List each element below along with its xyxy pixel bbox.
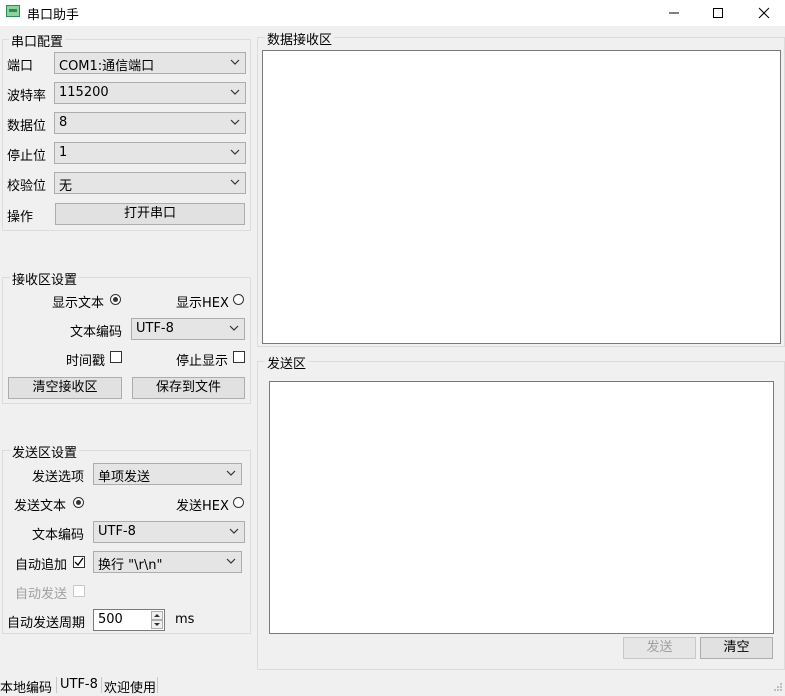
status-separator bbox=[157, 677, 158, 693]
send-area-title: 发送区 bbox=[265, 353, 309, 372]
parity-select-value: 无 bbox=[59, 179, 73, 194]
show-text-label: 显示文本 bbox=[52, 296, 105, 311]
databits-select[interactable]: 8 bbox=[54, 112, 246, 134]
clear-receive-button[interactable]: 清空接收区 bbox=[8, 377, 122, 399]
title-bar: 串口助手 bbox=[0, 0, 785, 26]
open-port-button[interactable]: 打开串口 bbox=[55, 203, 245, 225]
maximize-button[interactable] bbox=[695, 0, 741, 26]
minimize-button[interactable] bbox=[651, 0, 697, 26]
receive-settings-title: 接收区设置 bbox=[10, 269, 80, 288]
send-text-label: 发送文本 bbox=[14, 499, 67, 514]
send-button[interactable]: 发送 bbox=[623, 637, 696, 659]
stopbits-select-value: 1 bbox=[59, 145, 68, 160]
chevron-down-icon bbox=[230, 149, 240, 155]
databits-label: 数据位 bbox=[7, 119, 47, 134]
minimize-icon bbox=[669, 12, 679, 14]
show-text-radio[interactable] bbox=[110, 294, 121, 305]
receive-encoding-select[interactable]: UTF-8 bbox=[131, 318, 245, 340]
action-label: 操作 bbox=[7, 210, 34, 225]
spin-down-button[interactable] bbox=[151, 620, 163, 629]
status-encoding-value: UTF-8 bbox=[60, 677, 98, 692]
send-hex-label: 发送HEX bbox=[176, 499, 229, 514]
parity-label: 校验位 bbox=[7, 179, 47, 194]
auto-append-value: 换行 "\r\n" bbox=[98, 558, 163, 573]
port-select-value: COM1:通信端口 bbox=[59, 59, 155, 74]
baud-select[interactable]: 115200 bbox=[54, 82, 246, 104]
auto-send-period-spinbox[interactable]: 500 bbox=[93, 609, 165, 631]
stop-display-checkbox[interactable] bbox=[233, 351, 245, 363]
send-option-value: 单项发送 bbox=[98, 470, 151, 485]
send-textarea[interactable] bbox=[269, 381, 774, 634]
send-option-label: 发送选项 bbox=[32, 470, 85, 485]
auto-append-checkbox[interactable] bbox=[73, 556, 85, 568]
send-settings-title: 发送区设置 bbox=[10, 442, 80, 461]
auto-append-label: 自动追加 bbox=[15, 558, 68, 573]
receive-encoding-label: 文本编码 bbox=[70, 325, 123, 340]
maximize-icon bbox=[713, 8, 723, 18]
auto-send-period-value: 500 bbox=[98, 612, 123, 627]
status-message: 欢迎使用 bbox=[104, 681, 157, 696]
baud-label: 波特率 bbox=[7, 89, 47, 104]
chevron-down-icon bbox=[230, 89, 240, 95]
close-button[interactable] bbox=[741, 0, 785, 26]
port-select[interactable]: COM1:通信端口 bbox=[54, 52, 246, 74]
spin-up-button[interactable] bbox=[151, 611, 163, 620]
timestamp-checkbox[interactable] bbox=[110, 351, 122, 363]
chevron-down-icon bbox=[229, 325, 239, 331]
arrow-down-icon bbox=[154, 623, 160, 626]
timestamp-label: 时间戳 bbox=[66, 354, 106, 369]
chevron-down-icon bbox=[226, 470, 236, 476]
serial-config-title: 串口配置 bbox=[9, 31, 66, 50]
app-icon bbox=[6, 5, 20, 17]
chevron-down-icon bbox=[226, 558, 236, 564]
status-separator bbox=[101, 677, 102, 693]
show-hex-radio[interactable] bbox=[233, 294, 244, 305]
save-to-file-button[interactable]: 保存到文件 bbox=[132, 377, 245, 399]
stopbits-label: 停止位 bbox=[7, 149, 47, 164]
receive-encoding-value: UTF-8 bbox=[136, 321, 174, 336]
close-icon bbox=[758, 7, 770, 19]
arrow-up-icon bbox=[154, 614, 160, 617]
stop-display-label: 停止显示 bbox=[176, 354, 229, 369]
send-hex-radio[interactable] bbox=[233, 497, 244, 508]
auto-send-period-label: 自动发送周期 bbox=[7, 616, 86, 631]
port-label: 端口 bbox=[7, 59, 34, 74]
receive-area-title: 数据接收区 bbox=[265, 29, 335, 48]
baud-select-value: 115200 bbox=[59, 85, 109, 100]
receive-textarea[interactable] bbox=[262, 50, 781, 344]
chevron-down-icon bbox=[230, 119, 240, 125]
databits-select-value: 8 bbox=[59, 115, 68, 130]
send-text-radio[interactable] bbox=[73, 497, 84, 508]
parity-select[interactable]: 无 bbox=[54, 172, 246, 194]
resize-grip-icon[interactable] bbox=[773, 682, 783, 692]
chevron-down-icon bbox=[229, 528, 239, 534]
status-encoding-label: 本地编码 bbox=[0, 681, 53, 696]
period-unit-label: ms bbox=[175, 612, 195, 627]
window-title: 串口助手 bbox=[27, 8, 80, 23]
checkmark-icon bbox=[74, 557, 84, 567]
clear-send-button[interactable]: 清空 bbox=[700, 637, 773, 659]
auto-send-label: 自动发送 bbox=[15, 587, 68, 602]
auto-send-checkbox[interactable] bbox=[73, 585, 85, 597]
auto-append-select[interactable]: 换行 "\r\n" bbox=[93, 551, 242, 573]
send-encoding-value: UTF-8 bbox=[98, 524, 136, 539]
status-separator bbox=[56, 677, 57, 693]
chevron-down-icon bbox=[230, 179, 240, 185]
stopbits-select[interactable]: 1 bbox=[54, 142, 246, 164]
send-encoding-label: 文本编码 bbox=[32, 528, 85, 543]
show-hex-label: 显示HEX bbox=[176, 296, 229, 311]
send-option-select[interactable]: 单项发送 bbox=[93, 463, 242, 485]
chevron-down-icon bbox=[230, 59, 240, 65]
send-encoding-select[interactable]: UTF-8 bbox=[93, 521, 245, 543]
